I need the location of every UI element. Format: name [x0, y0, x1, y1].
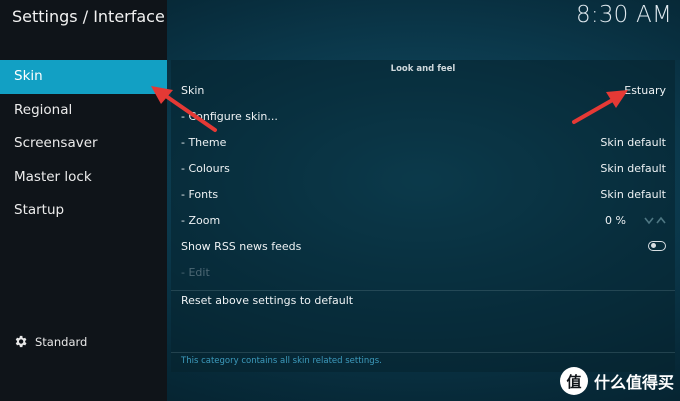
setting-skin[interactable]: Skin Estuary [181, 82, 666, 100]
setting-label: Show RSS news feeds [181, 240, 302, 253]
setting-value: Skin default [600, 188, 666, 201]
setting-label: - Fonts [181, 188, 219, 201]
reset-label: Reset above settings to default [181, 294, 354, 307]
setting-colours[interactable]: - Colours Skin default [181, 160, 666, 178]
setting-label: - Configure skin... [181, 110, 278, 123]
setting-label: - Theme [181, 136, 227, 149]
sidebar-item-screensaver[interactable]: Screensaver [0, 127, 167, 161]
setting-value: Skin default [600, 162, 666, 175]
settings-level-button[interactable]: Standard [13, 334, 87, 349]
setting-theme[interactable]: - Theme Skin default [181, 134, 666, 152]
toggle-knob [650, 243, 656, 248]
spinner-arrows-icon[interactable] [644, 215, 666, 227]
category-description: This category contains all skin related … [181, 356, 382, 366]
setting-show-rss-feeds[interactable]: Show RSS news feeds [181, 238, 666, 256]
setting-label: - Zoom [181, 214, 221, 227]
sidebar: Settings / Interface Skin Regional Scree… [0, 0, 167, 401]
setting-value: 0 % [605, 214, 626, 227]
settings-level-label: Standard [35, 334, 88, 349]
setting-configure-skin[interactable]: - Configure skin... [181, 108, 666, 126]
setting-value: Estuary [624, 84, 666, 97]
setting-label: Skin [181, 84, 205, 97]
sidebar-item-startup[interactable]: Startup [0, 194, 167, 228]
setting-edit: - Edit [181, 264, 666, 282]
setting-zoom[interactable]: - Zoom 0 % [181, 212, 666, 230]
watermark-logo: 值 [559, 367, 588, 395]
setting-label: - Edit [181, 266, 210, 279]
clock: 8:30 AM [576, 2, 672, 28]
kodi-settings-screen: Settings / Interface Skin Regional Scree… [0, 0, 680, 401]
divider [171, 352, 675, 353]
category-list: Skin Regional Screensaver Master lock St… [0, 60, 167, 228]
settings-panel: Look and feel Skin Estuary - Configure s… [171, 60, 675, 372]
setting-value: Skin default [600, 136, 666, 149]
section-title: Look and feel [390, 64, 456, 74]
sidebar-item-master-lock[interactable]: Master lock [0, 161, 167, 195]
page-title: Settings / Interface [12, 7, 165, 26]
setting-fonts[interactable]: - Fonts Skin default [181, 186, 666, 204]
setting-label: - Colours [181, 162, 230, 175]
watermark-text: 什么值得买 [593, 373, 674, 392]
gear-icon [15, 335, 27, 348]
reset-settings-button[interactable]: Reset above settings to default [181, 292, 666, 310]
divider [171, 290, 675, 291]
rss-toggle[interactable] [648, 241, 666, 251]
sidebar-item-regional[interactable]: Regional [0, 94, 167, 128]
sidebar-item-skin[interactable]: Skin [0, 60, 167, 94]
watermark: 值 什么值得买 [559, 367, 674, 395]
